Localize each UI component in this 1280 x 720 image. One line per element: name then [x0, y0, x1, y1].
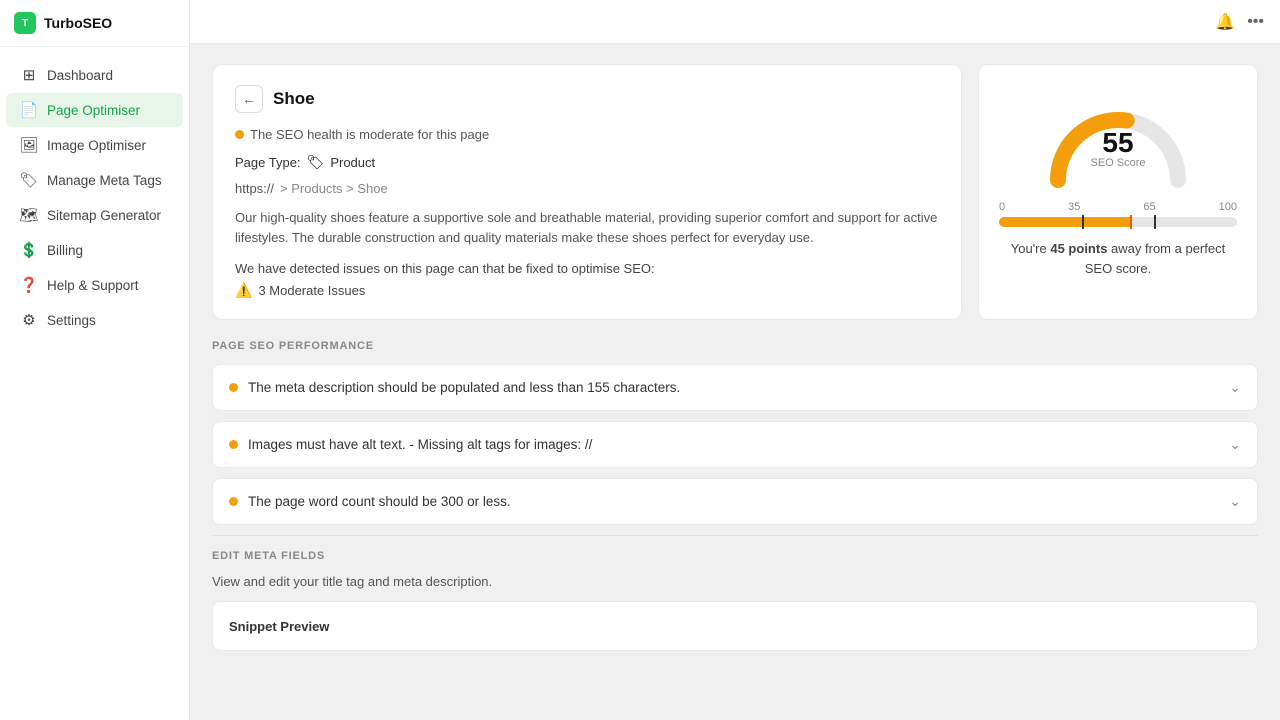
- back-button[interactable]: ←: [235, 85, 263, 113]
- score-bar-container: 0 35 65 100: [999, 201, 1237, 227]
- chevron-down-icon-2: ⌄: [1229, 436, 1241, 453]
- card-header: ← Shoe: [235, 85, 939, 113]
- sidebar-label-billing: Billing: [47, 243, 83, 258]
- bar-label-65: 65: [1143, 201, 1155, 213]
- sidebar-item-image-optimiser[interactable]: 🖼 Image Optimiser: [6, 128, 183, 162]
- sidebar-item-help-support[interactable]: ❓ Help & Support: [6, 268, 183, 302]
- bar-label-100: 100: [1219, 201, 1237, 213]
- page-type-label: Page Type:: [235, 155, 301, 170]
- bar-label-35: 35: [1068, 201, 1080, 213]
- sidebar-header: T TurboSEO: [0, 0, 189, 47]
- edit-meta-description: View and edit your title tag and meta de…: [212, 574, 1258, 589]
- score-bar-track: [999, 217, 1237, 227]
- app-logo: T: [14, 12, 36, 34]
- notification-icon[interactable]: 🔔: [1215, 12, 1235, 32]
- sidebar-item-billing[interactable]: 💲 Billing: [6, 233, 183, 267]
- issue-dot-icon-3: [229, 497, 238, 506]
- sidebar-item-manage-meta-tags[interactable]: 🏷 Manage Meta Tags: [6, 163, 183, 197]
- sidebar-icon-manage-meta-tags: 🏷: [20, 171, 38, 189]
- sidebar-icon-image-optimiser: 🖼: [20, 136, 38, 154]
- page-description: Our high-quality shoes feature a support…: [235, 208, 939, 247]
- topbar: 🔔 •••: [190, 0, 1280, 44]
- health-text: The SEO health is moderate for this page: [250, 127, 489, 142]
- breadcrumb-path: > Products > Shoe: [280, 181, 388, 196]
- health-dot-icon: [235, 130, 244, 139]
- page-info-card: ← Shoe The SEO health is moderate for th…: [212, 64, 962, 320]
- sidebar-label-dashboard: Dashboard: [47, 68, 113, 83]
- health-badge: The SEO health is moderate for this page: [235, 127, 939, 142]
- score-number: 55: [1090, 127, 1145, 159]
- sidebar-icon-sitemap-generator: 🗺: [20, 206, 38, 224]
- away-points: 45 points: [1050, 241, 1107, 256]
- sidebar-label-settings: Settings: [47, 313, 96, 328]
- sidebar-icon-billing: 💲: [20, 241, 38, 259]
- tick-current: [1130, 215, 1132, 229]
- bar-label-0: 0: [999, 201, 1005, 213]
- accordion-title-alt-text: Images must have alt text. - Missing alt…: [248, 437, 592, 452]
- score-label: SEO Score: [1090, 157, 1145, 169]
- tag-icon: 🏷: [307, 154, 325, 171]
- sidebar-label-manage-meta-tags: Manage Meta Tags: [47, 173, 162, 188]
- accordion-header-alt-text[interactable]: Images must have alt text. - Missing alt…: [213, 422, 1257, 467]
- sidebar-item-page-optimiser[interactable]: 📄 Page Optimiser: [6, 93, 183, 127]
- sidebar: T TurboSEO ⊞ Dashboard📄 Page Optimiser🖼 …: [0, 0, 190, 720]
- sidebar-label-sitemap-generator: Sitemap Generator: [47, 208, 161, 223]
- sidebar-item-sitemap-generator[interactable]: 🗺 Sitemap Generator: [6, 198, 183, 232]
- snippet-preview-card: Snippet Preview: [212, 601, 1258, 651]
- sidebar-item-dashboard[interactable]: ⊞ Dashboard: [6, 58, 183, 92]
- accordion-left-wc: The page word count should be 300 or les…: [229, 494, 511, 509]
- page-url: https://: [235, 181, 274, 196]
- breadcrumb-row: https:// > Products > Shoe: [235, 181, 939, 196]
- top-cards: ← Shoe The SEO health is moderate for th…: [212, 64, 1258, 320]
- app-name: TurboSEO: [44, 15, 112, 31]
- accordion-title-word-count: The page word count should be 300 or les…: [248, 494, 511, 509]
- score-away-text: You're 45 points away from a perfect SEO…: [999, 239, 1237, 278]
- tick-35: [1082, 215, 1084, 229]
- sidebar-label-help-support: Help & Support: [47, 278, 139, 293]
- issue-dot-icon-2: [229, 440, 238, 449]
- performance-section-header: PAGE SEO PERFORMANCE: [212, 340, 1258, 352]
- tick-65: [1154, 215, 1156, 229]
- more-options-icon[interactable]: •••: [1247, 13, 1264, 31]
- accordion-title-meta-desc: The meta description should be populated…: [248, 380, 680, 395]
- section-divider: [212, 535, 1258, 536]
- sidebar-label-image-optimiser: Image Optimiser: [47, 138, 146, 153]
- gauge-container: 55 SEO Score: [1038, 85, 1198, 185]
- accordion-meta-desc: The meta description should be populated…: [212, 364, 1258, 411]
- sidebar-icon-page-optimiser: 📄: [20, 101, 38, 119]
- main-wrapper: 🔔 ••• ← Shoe The SEO health is moderate …: [190, 0, 1280, 720]
- sidebar-icon-settings: ⚙: [20, 311, 38, 329]
- score-bar-fill: [999, 217, 1130, 227]
- chevron-down-icon: ⌄: [1229, 379, 1241, 396]
- score-bar-labels: 0 35 65 100: [999, 201, 1237, 213]
- sidebar-nav: ⊞ Dashboard📄 Page Optimiser🖼 Image Optim…: [0, 47, 189, 720]
- chevron-down-icon-3: ⌄: [1229, 493, 1241, 510]
- accordion-left: The meta description should be populated…: [229, 380, 680, 395]
- accordion-left-alt: Images must have alt text. - Missing alt…: [229, 437, 592, 452]
- issues-badge: ⚠️ 3 Moderate Issues: [235, 282, 939, 299]
- main-content: ← Shoe The SEO health is moderate for th…: [190, 44, 1280, 720]
- sidebar-icon-dashboard: ⊞: [20, 66, 38, 84]
- sidebar-icon-help-support: ❓: [20, 276, 38, 294]
- accordion-alt-text: Images must have alt text. - Missing alt…: [212, 421, 1258, 468]
- seo-score-card: 55 SEO Score 0 35 65 100: [978, 64, 1258, 320]
- issue-dot-icon: [229, 383, 238, 392]
- gauge-score: 55 SEO Score: [1090, 127, 1145, 169]
- page-type-row: Page Type: 🏷 Product: [235, 154, 939, 171]
- edit-meta-section-header: EDIT META FIELDS: [212, 550, 1258, 562]
- warning-icon: ⚠️: [235, 282, 252, 299]
- issues-intro: We have detected issues on this page can…: [235, 261, 939, 276]
- issues-count: 3 Moderate Issues: [258, 283, 365, 298]
- page-title: Shoe: [273, 89, 315, 109]
- accordion-header-word-count[interactable]: The page word count should be 300 or les…: [213, 479, 1257, 524]
- page-type-value: Product: [330, 155, 375, 170]
- snippet-preview-title: Snippet Preview: [229, 619, 329, 634]
- sidebar-label-page-optimiser: Page Optimiser: [47, 103, 140, 118]
- accordion-header-meta-desc[interactable]: The meta description should be populated…: [213, 365, 1257, 410]
- accordion-word-count: The page word count should be 300 or les…: [212, 478, 1258, 525]
- sidebar-item-settings[interactable]: ⚙ Settings: [6, 303, 183, 337]
